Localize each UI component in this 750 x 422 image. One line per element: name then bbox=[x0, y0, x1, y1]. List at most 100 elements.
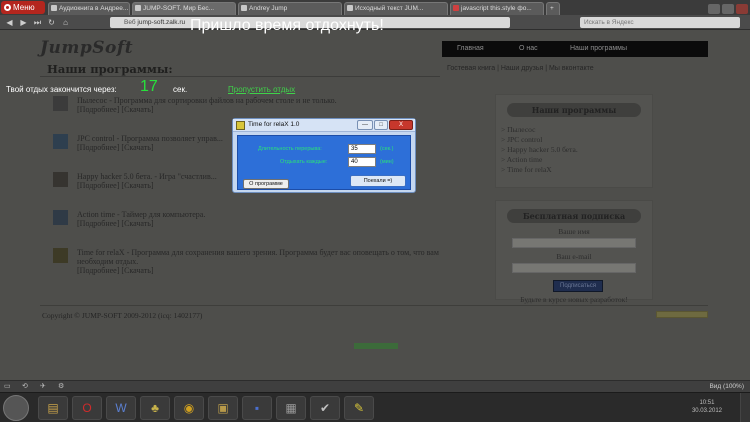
program-name[interactable]: Action time bbox=[77, 210, 115, 219]
folder-taskbar-icon[interactable]: ▣ bbox=[208, 396, 238, 420]
close-icon[interactable]: X bbox=[389, 120, 413, 130]
countdown-unit: сек. bbox=[173, 85, 188, 94]
email-input[interactable] bbox=[512, 263, 636, 273]
program-item: Time for relaX - Программа для сохранени… bbox=[53, 248, 443, 275]
about-button[interactable]: О программе bbox=[243, 179, 289, 189]
zoom-control[interactable]: Вид (100%) bbox=[709, 383, 744, 390]
site-sub-nav[interactable]: Гостевая книга | Наши друзья | Мы вконта… bbox=[447, 65, 594, 72]
interval-input[interactable]: 40 bbox=[348, 157, 376, 167]
sidebar-programs-box: Наши программы > Пылесос > JPC control >… bbox=[495, 94, 653, 188]
gear-icon[interactable]: ⚙ bbox=[58, 383, 67, 391]
winamp-taskbar-icon[interactable]: ◉ bbox=[174, 396, 204, 420]
system-clock[interactable]: 10:51 30.03.2012 bbox=[692, 399, 722, 415]
sidebar-program-link[interactable]: > Пылесос bbox=[501, 125, 652, 135]
program-item: Пылесос - Программа для сортировки файло… bbox=[53, 96, 443, 114]
app3-taskbar-icon[interactable]: ✔ bbox=[310, 396, 340, 420]
break-title: Пришло время отдохнуть! bbox=[190, 17, 384, 34]
show-desktop-button[interactable] bbox=[740, 393, 750, 422]
dialog-title: Time for relaX 1.0 bbox=[248, 121, 300, 128]
explorer-taskbar-icon[interactable]: ▤ bbox=[38, 396, 68, 420]
visit-counter-badge[interactable] bbox=[354, 343, 398, 349]
tab-label: Исходный текст JUM... bbox=[355, 5, 424, 12]
footer-banner[interactable] bbox=[656, 311, 708, 318]
dialog-titlebar[interactable]: Time for relaX 1.0 — □ X bbox=[233, 119, 415, 132]
relax-taskbar-icon[interactable]: ✎ bbox=[344, 396, 374, 420]
opera-taskbar-icon[interactable]: O bbox=[72, 396, 102, 420]
start-button[interactable] bbox=[3, 395, 29, 421]
opera-menu-button[interactable]: Меню bbox=[1, 1, 45, 14]
skip-break-link[interactable]: Пропустить отдых bbox=[228, 85, 295, 94]
subscribe-button[interactable]: Подписаться bbox=[553, 280, 603, 292]
duration-input[interactable]: 35 bbox=[348, 144, 376, 154]
program-name[interactable]: Time for relaX bbox=[77, 248, 125, 257]
opera-logo-icon bbox=[4, 4, 11, 11]
relax-settings-dialog: Time for relaX 1.0 — □ X Длительность пе… bbox=[232, 118, 416, 193]
tab-favicon-icon bbox=[51, 5, 57, 11]
sidebar-program-link[interactable]: > Action time bbox=[501, 155, 652, 165]
site-top-nav: Главная О нас Наши программы bbox=[442, 41, 708, 57]
timer-program-icon bbox=[53, 210, 68, 225]
reload-icon[interactable]: ↻ bbox=[46, 17, 57, 28]
browser-tab-2[interactable]: JUMP-SOFT. Мир Бес... bbox=[132, 2, 236, 15]
tab-label: javascript this.style фо... bbox=[461, 5, 532, 12]
countdown-label: Твой отдых закончится через: bbox=[6, 85, 117, 94]
save-taskbar-icon[interactable]: ▪ bbox=[242, 396, 272, 420]
program-name[interactable]: JPC control bbox=[77, 134, 115, 143]
sidebar-program-link[interactable]: > JPC control bbox=[501, 135, 652, 145]
program-links[interactable]: [Подробнее] [Скачать] bbox=[77, 219, 443, 228]
browser-tab-4[interactable]: Исходный текст JUM... bbox=[344, 2, 448, 15]
page-section-title: Наши программы: bbox=[47, 62, 173, 76]
program-links[interactable]: [Подробнее] [Скачать] bbox=[77, 105, 443, 114]
close-icon[interactable] bbox=[736, 4, 748, 14]
panel-toggle-icon[interactable]: ▭ bbox=[4, 383, 13, 391]
nav-link-programs[interactable]: Наши программы bbox=[570, 41, 627, 57]
nav-link-about[interactable]: О нас bbox=[519, 41, 538, 57]
minimize-icon[interactable] bbox=[708, 4, 720, 14]
ok-button[interactable]: Поехали =) bbox=[350, 175, 406, 187]
email-label: Ваш e-mail bbox=[556, 252, 592, 261]
nav-link-home[interactable]: Главная bbox=[457, 41, 484, 57]
program-name[interactable]: Пылесос bbox=[77, 96, 107, 105]
sidebar-program-link[interactable]: > Time for relaX bbox=[501, 165, 652, 175]
forward-icon[interactable]: ▶ bbox=[18, 17, 29, 28]
home-icon[interactable]: ⌂ bbox=[60, 17, 71, 28]
tab-label: Andrey Jump bbox=[249, 5, 288, 12]
tab-label: Аудиокнига в Андрее... bbox=[59, 5, 129, 12]
footer-divider bbox=[40, 305, 708, 306]
search-input[interactable]: Искать в Яндекс bbox=[580, 17, 740, 28]
subscribe-title: Бесплатная подписка bbox=[507, 209, 641, 223]
program-desc: - Игра "счастлив... bbox=[152, 172, 217, 181]
minimize-icon[interactable]: — bbox=[357, 120, 373, 130]
browser-tab-bar: Меню Аудиокнига в Андрее... JUMP-SOFT. М… bbox=[0, 0, 750, 15]
maximize-icon[interactable]: □ bbox=[374, 120, 388, 130]
name-input[interactable] bbox=[512, 238, 636, 248]
new-tab-button[interactable]: + bbox=[546, 2, 560, 15]
turbo-icon[interactable]: ✈ bbox=[40, 383, 49, 391]
web-page: JumpSoft Главная О нас Наши программы Го… bbox=[0, 30, 750, 380]
maximize-icon[interactable] bbox=[722, 4, 734, 14]
word-taskbar-icon[interactable]: W bbox=[106, 396, 136, 420]
browser-tab-1[interactable]: Аудиокнига в Андрее... bbox=[48, 2, 130, 15]
browser-tab-5[interactable]: javascript this.style фо... bbox=[450, 2, 544, 15]
sidebar-program-list: > Пылесос > JPC control > Happy hacker 5… bbox=[501, 125, 652, 175]
app2-taskbar-icon[interactable]: ▦ bbox=[276, 396, 306, 420]
program-name[interactable]: Happy hacker 5.0 бета. bbox=[77, 172, 152, 181]
name-label: Ваше имя bbox=[558, 227, 590, 236]
program-links[interactable]: [Подробнее] [Скачать] bbox=[77, 266, 443, 275]
relax-app-icon bbox=[236, 121, 245, 130]
hacker-program-icon bbox=[53, 172, 68, 187]
interval-label: Отдыхать каждые: bbox=[280, 159, 328, 165]
site-logo[interactable]: JumpSoft bbox=[40, 38, 133, 58]
sidebar-program-link[interactable]: > Happy hacker 5.0 бета. bbox=[501, 145, 652, 155]
sync-icon[interactable]: ⟲ bbox=[22, 383, 31, 391]
program-desc: - Программа для сохранения вашего зрения… bbox=[77, 248, 439, 266]
subscribe-note: Будьте в курсе новых разработок! bbox=[520, 295, 628, 304]
fast-forward-icon[interactable]: ⏭ bbox=[32, 17, 43, 28]
browser-tab-3[interactable]: Andrey Jump bbox=[238, 2, 342, 15]
sidebar-programs-title: Наши программы bbox=[507, 103, 641, 117]
back-icon[interactable]: ◀ bbox=[4, 17, 15, 28]
browser-status-bar: ▭ ⟲ ✈ ⚙ Вид (100%) bbox=[0, 380, 750, 392]
url-text: jump-soft.zalk.ru bbox=[137, 19, 186, 26]
opera-menu-label: Меню bbox=[13, 3, 35, 12]
app-taskbar-icon[interactable]: ♣ bbox=[140, 396, 170, 420]
